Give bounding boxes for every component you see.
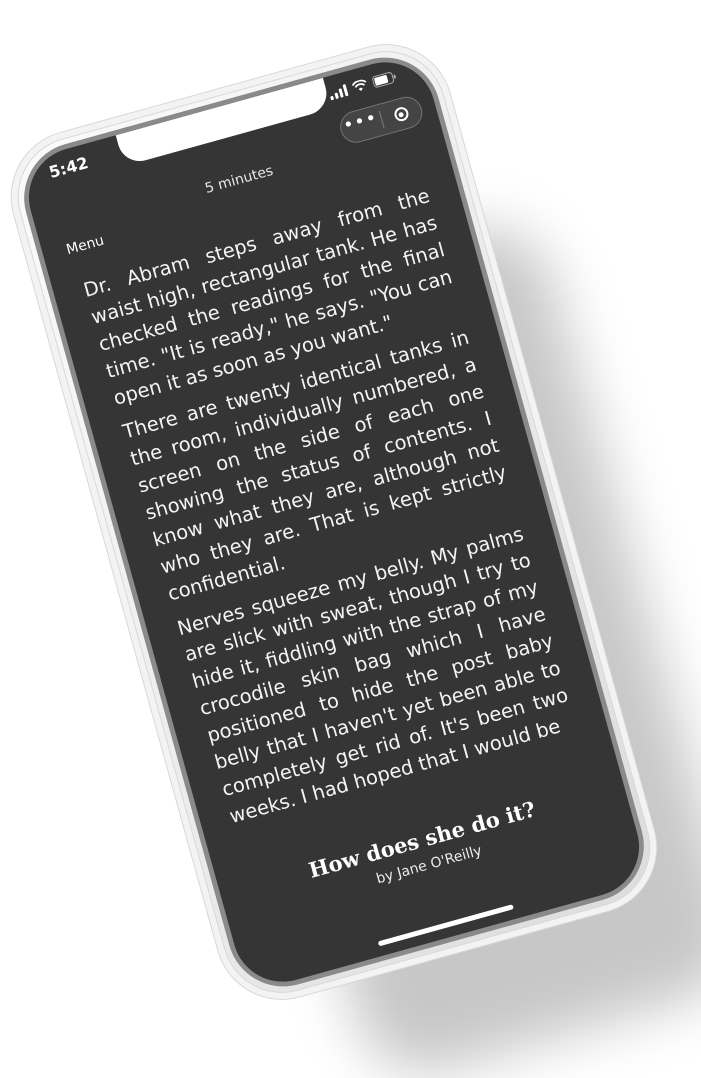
target-close-icon: [392, 105, 410, 123]
status-time: 5:42: [46, 153, 91, 183]
wifi-icon: [351, 78, 369, 94]
menu-button[interactable]: Menu: [65, 233, 106, 259]
battery-icon: [371, 70, 397, 88]
signal-icon: [328, 84, 349, 101]
status-icons: [327, 68, 397, 101]
stage: 5:42 ••• 5 minutes Menu Dr. Abram steps …: [0, 0, 701, 1078]
more-dots-icon: •••: [340, 107, 380, 137]
